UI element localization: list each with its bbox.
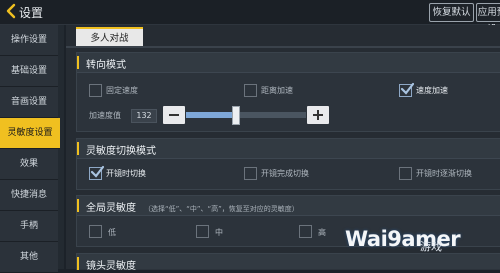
section-accent-bar xyxy=(77,257,79,270)
global-sensitivity-header: 全局灵敏度 （选择“低”、“中”、“高”，恢复至对应的灵敏度） xyxy=(77,196,500,216)
medium-checkbox[interactable] xyxy=(196,225,209,238)
watermark-sub: 游戏 xyxy=(420,240,442,253)
back-arrow-icon[interactable] xyxy=(3,3,19,19)
distance-accel-label: 距离加速 xyxy=(261,86,293,95)
watermark-logo: Wai9amer xyxy=(345,227,461,251)
sidebar-item-other[interactable]: 其他 xyxy=(0,242,58,273)
global-sensitivity-title-row: 全局灵敏度 （选择“低”、“中”、“高”，恢复至对应的灵敏度） xyxy=(86,199,299,214)
lens-sensitivity-panel: 镜头灵敏度 xyxy=(76,253,500,272)
fixed-speed-checkbox[interactable] xyxy=(89,84,102,97)
switch-on-scope-label: 开镜时切换 xyxy=(106,169,146,178)
gradual-switch-label: 开镜时逐渐切换 xyxy=(416,169,472,178)
checkmark-icon xyxy=(400,82,414,95)
distance-accel-checkbox[interactable] xyxy=(244,84,257,97)
plus-icon xyxy=(313,110,323,120)
accel-slider-thumb[interactable] xyxy=(232,106,240,125)
turning-mode-header: 转向模式 xyxy=(77,53,500,73)
high-checkbox[interactable] xyxy=(299,225,312,238)
sidebar-item-sensitivity[interactable]: 灵敏度设置 xyxy=(0,118,60,149)
accel-value-field[interactable]: 132 xyxy=(131,109,157,123)
medium-label: 中 xyxy=(215,228,223,237)
top-bar xyxy=(0,0,500,25)
global-sensitivity-title: 全局灵敏度 xyxy=(86,203,136,214)
tab-multiplayer[interactable]: 多人对战 xyxy=(76,27,143,48)
section-accent-bar xyxy=(77,56,79,69)
sensitivity-switch-title: 灵敏度切换模式 xyxy=(86,146,156,157)
restore-defaults-button[interactable]: 恢复默认 xyxy=(429,3,474,22)
switch-after-scope-checkbox[interactable] xyxy=(244,167,257,180)
high-label: 高 xyxy=(318,228,326,237)
sidebar-item-gamepad[interactable]: 手柄 xyxy=(0,211,58,242)
speed-accel-label: 速度加速 xyxy=(416,86,448,95)
sidebar-item-basic[interactable]: 基础设置 xyxy=(0,56,58,87)
tab-strip xyxy=(66,46,500,48)
lens-sensitivity-title: 镜头灵敏度 xyxy=(86,261,136,272)
sidebar: 操作设置 基础设置 音画设置 灵敏度设置 效果 快捷消息 手柄 其他 xyxy=(0,25,64,273)
section-accent-bar xyxy=(77,142,79,155)
decrease-button[interactable] xyxy=(163,106,185,124)
accel-value-label: 加速度值 xyxy=(89,111,121,120)
switch-after-scope-label: 开镜完成切换 xyxy=(261,169,309,178)
sidebar-item-effects[interactable]: 效果 xyxy=(0,149,58,180)
sidebar-item-quick-messages[interactable]: 快捷消息 xyxy=(0,180,58,211)
low-checkbox[interactable] xyxy=(89,225,102,238)
accel-slider-fill xyxy=(186,112,236,118)
increase-button[interactable] xyxy=(307,106,329,124)
minus-icon xyxy=(169,114,179,116)
sidebar-item-controls[interactable]: 操作设置 xyxy=(0,25,58,56)
page-title: 设置 xyxy=(19,6,44,20)
preset-button[interactable]: 应用预设 xyxy=(476,3,500,35)
sidebar-item-audio-video[interactable]: 音画设置 xyxy=(0,87,58,118)
global-sensitivity-note: （选择“低”、“中”、“高”，恢复至对应的灵敏度） xyxy=(144,205,299,213)
turning-mode-title: 转向模式 xyxy=(86,60,126,71)
speed-accel-checkbox[interactable] xyxy=(399,82,414,97)
sensitivity-switch-panel: 灵敏度切换模式 xyxy=(76,138,500,190)
switch-on-scope-checkbox[interactable] xyxy=(89,165,104,180)
fixed-speed-label: 固定速度 xyxy=(106,86,138,95)
gradual-switch-checkbox[interactable] xyxy=(399,167,412,180)
sensitivity-switch-header: 灵敏度切换模式 xyxy=(77,139,500,159)
lens-sensitivity-header: 镜头灵敏度 xyxy=(77,254,500,272)
section-accent-bar xyxy=(77,199,79,212)
checkmark-icon xyxy=(90,165,104,178)
low-label: 低 xyxy=(108,228,116,237)
